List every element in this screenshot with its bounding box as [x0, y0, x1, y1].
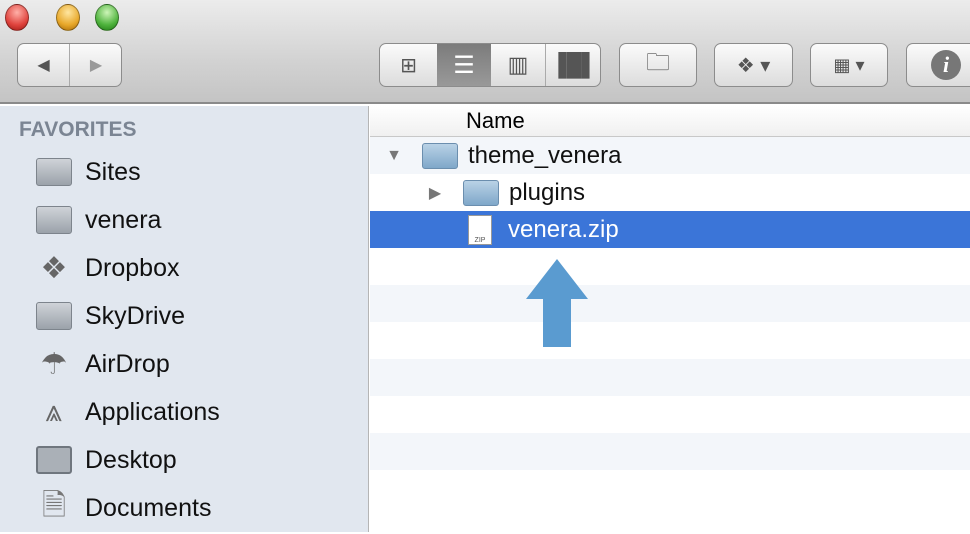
new-folder-button[interactable]: 🗀	[619, 43, 697, 87]
sidebar-item-skydrive[interactable]: SkyDrive	[34, 296, 185, 336]
favorites-heading: FAVORITES	[19, 118, 137, 141]
forward-button[interactable]: ▶	[70, 44, 122, 86]
icon-view-button[interactable]: ⊞	[380, 44, 437, 86]
folder-icon	[34, 203, 74, 237]
grid-icon: ⊞	[400, 54, 417, 77]
minimize-button[interactable]	[56, 4, 80, 31]
folder-icon	[34, 155, 74, 189]
back-arrow-icon: ◀	[37, 57, 50, 74]
dropbox-menu-button[interactable]: ❖ ▾	[714, 43, 793, 87]
forward-arrow-icon: ▶	[89, 57, 103, 74]
empty-row	[370, 359, 970, 396]
file-list: Name ▼ theme_venera ▶ plugins ZIP venera…	[370, 106, 970, 532]
list-icon: ☰	[453, 51, 475, 79]
zip-file-icon: ZIP	[468, 214, 492, 245]
list-item[interactable]: ▶ plugins	[370, 174, 970, 211]
columns-icon: ▥	[507, 52, 529, 77]
list-item[interactable]: ▼ theme_venera	[370, 137, 970, 174]
sidebar-item-desktop[interactable]: Desktop	[34, 440, 177, 480]
dropbox-icon: ❖	[40, 251, 68, 285]
back-button[interactable]: ◀	[18, 44, 70, 86]
zoom-button[interactable]	[95, 4, 119, 31]
folder-icon	[463, 179, 499, 206]
sidebar-item-airdrop[interactable]: ☂ AirDrop	[34, 344, 170, 384]
sidebar-item-applications[interactable]: ⩓ Applications	[34, 392, 220, 432]
empty-row	[370, 322, 970, 359]
empty-row	[370, 470, 970, 507]
desktop-icon	[34, 443, 74, 477]
toolbar: ◀ ▶ ⊞ ☰ ▥ ▐█▌ 🗀 ❖ ▾ ▦ ▾ i	[0, 0, 970, 104]
folder-icon	[34, 299, 74, 333]
list-item-selected[interactable]: ZIP venera.zip	[370, 211, 970, 248]
arrange-icon: ▦ ▾	[833, 54, 865, 75]
rows: ▼ theme_venera ▶ plugins ZIP venera.zip	[370, 137, 970, 507]
back-forward-buttons: ◀ ▶	[17, 43, 122, 87]
sidebar-item-dropbox[interactable]: ❖ Dropbox	[34, 248, 180, 288]
dropbox-icon: ❖ ▾	[736, 54, 771, 77]
sidebar: FAVORITES Sites venera ❖ Dropbox SkyDrive…	[0, 106, 369, 532]
documents-icon: 🗎	[41, 488, 67, 522]
arrange-menu-button[interactable]: ▦ ▾	[810, 43, 888, 87]
info-icon: i	[931, 50, 961, 80]
folder-icon	[422, 142, 458, 169]
get-info-button[interactable]: i	[906, 43, 970, 87]
new-folder-icon: 🗀	[646, 48, 670, 76]
close-button[interactable]	[5, 4, 29, 31]
column-header-name[interactable]: Name	[370, 106, 970, 137]
up-arrow-annotation	[526, 259, 588, 347]
empty-row	[370, 433, 970, 470]
sidebar-item-sites[interactable]: Sites	[34, 152, 141, 192]
column-view-button[interactable]: ▥	[491, 44, 546, 86]
sidebar-item-venera[interactable]: venera	[34, 200, 161, 240]
sidebar-item-documents[interactable]: 🗎 Documents	[34, 488, 212, 528]
empty-row	[370, 396, 970, 433]
empty-row	[370, 285, 970, 322]
airdrop-icon: ☂	[40, 347, 68, 381]
coverflow-icon: ▐█▌	[550, 52, 598, 77]
coverflow-view-button[interactable]: ▐█▌	[546, 44, 600, 86]
disclosure-triangle-expanded-icon[interactable]: ▼	[386, 147, 402, 165]
empty-row	[370, 248, 970, 285]
disclosure-triangle-collapsed-icon[interactable]: ▶	[427, 183, 443, 203]
list-view-button[interactable]: ☰	[437, 44, 491, 86]
applications-icon: ⩓	[45, 395, 63, 428]
view-mode-control: ⊞ ☰ ▥ ▐█▌	[379, 43, 601, 87]
